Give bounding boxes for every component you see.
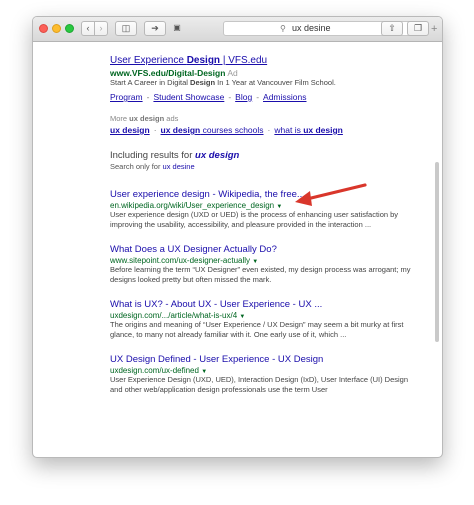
sidebar-icon[interactable]: ◫ xyxy=(115,21,137,36)
more-ads-link-1[interactable]: ux design xyxy=(110,125,150,135)
sitelink-program[interactable]: Program xyxy=(110,92,143,102)
result-snippet: Before learning the term “UX Designer” e… xyxy=(110,265,411,284)
search-result: User experience design - Wikipedia, the … xyxy=(110,189,420,230)
minimize-icon[interactable] xyxy=(52,24,61,33)
browser-toolbar: ‹ › ◫ ➔ ▣ ⚲ ux desine ⇧ ❐ + xyxy=(33,17,442,42)
upload-icon[interactable]: ⇧ xyxy=(381,21,403,36)
top-sites-icon[interactable]: ➔ xyxy=(144,21,166,36)
browser-window: ‹ › ◫ ➔ ▣ ⚲ ux desine ⇧ ❐ + User Experie… xyxy=(32,16,443,458)
tabs-icon[interactable]: ❐ xyxy=(407,21,429,36)
original-query-link[interactable]: ux desine xyxy=(163,162,195,171)
more-ads-link-3[interactable]: what is ux design xyxy=(274,125,343,135)
result-snippet: User Experience Design (UXD, UED), Inter… xyxy=(110,375,409,394)
result-title[interactable]: User experience design - Wikipedia, the … xyxy=(110,189,420,200)
result-url: en.wikipedia.org/wiki/User_experience_de… xyxy=(110,201,283,210)
plus-icon[interactable]: + xyxy=(431,22,441,37)
result-title[interactable]: What Does a UX Designer Actually Do? xyxy=(110,244,420,255)
ad-result: User Experience Design | VFS.edu www.VFS… xyxy=(110,55,420,102)
sitelink-student-showcase[interactable]: Student Showcase xyxy=(153,92,224,102)
results-column: User Experience Design | VFS.edu www.VFS… xyxy=(110,55,420,395)
search-result: What is UX? - About UX - User Experience… xyxy=(110,299,420,340)
close-icon[interactable] xyxy=(39,24,48,33)
zoom-icon[interactable] xyxy=(65,24,74,33)
ad-sitelinks: Program - Student Showcase - Blog - Admissions xyxy=(110,92,307,102)
including-results: Including results for ux design xyxy=(110,150,240,161)
ad-badge: Ad xyxy=(227,68,238,78)
more-ads-label: More ux design ads xyxy=(110,114,179,123)
result-url: www.sitepoint.com/ux-designer-actually ▼ xyxy=(110,256,259,265)
more-ads-link-2[interactable]: ux design courses schools xyxy=(161,125,264,135)
result-title[interactable]: What is UX? - About UX - User Experience… xyxy=(110,299,420,310)
search-result: UX Design Defined - User Experience - UX… xyxy=(110,354,420,395)
corrected-query-link[interactable]: ux design xyxy=(195,150,239,161)
ad-snippet: Start A Career in Digital Design In 1 Ye… xyxy=(110,78,336,87)
result-snippet: User experience design (UXD or UED) is t… xyxy=(110,210,399,229)
page-content: User Experience Design | VFS.edu www.VFS… xyxy=(33,42,442,448)
sitelink-blog[interactable]: Blog xyxy=(235,92,252,102)
vertical-scrollbar[interactable] xyxy=(435,162,439,342)
result-snippet: The origins and meaning of “User Experie… xyxy=(110,320,404,339)
search-icon: ⚲ xyxy=(280,24,286,33)
back-icon[interactable]: ‹ xyxy=(81,21,95,36)
arrow-annotation-icon xyxy=(295,183,367,206)
shield-icon[interactable]: ▣ xyxy=(171,21,183,36)
result-url: uxdesign.com/.../article/what-is-ux/4 ▼ xyxy=(110,311,246,320)
more-ads-links: ux design · ux design courses schools · what… xyxy=(110,125,343,135)
ad-title[interactable]: User Experience Design | VFS.edu xyxy=(110,55,420,66)
search-result: What Does a UX Designer Actually Do? www… xyxy=(110,244,420,285)
forward-icon[interactable]: › xyxy=(94,21,108,36)
result-title[interactable]: UX Design Defined - User Experience - UX… xyxy=(110,354,420,365)
address-text: ux desine xyxy=(292,23,331,33)
ad-url: www.VFS.edu/Digital-Design Ad xyxy=(110,68,238,78)
search-only-for: Search only for ux desine xyxy=(110,162,195,171)
sitelink-admissions[interactable]: Admissions xyxy=(263,92,306,102)
result-url: uxdesign.com/ux-defined ▼ xyxy=(110,366,208,375)
